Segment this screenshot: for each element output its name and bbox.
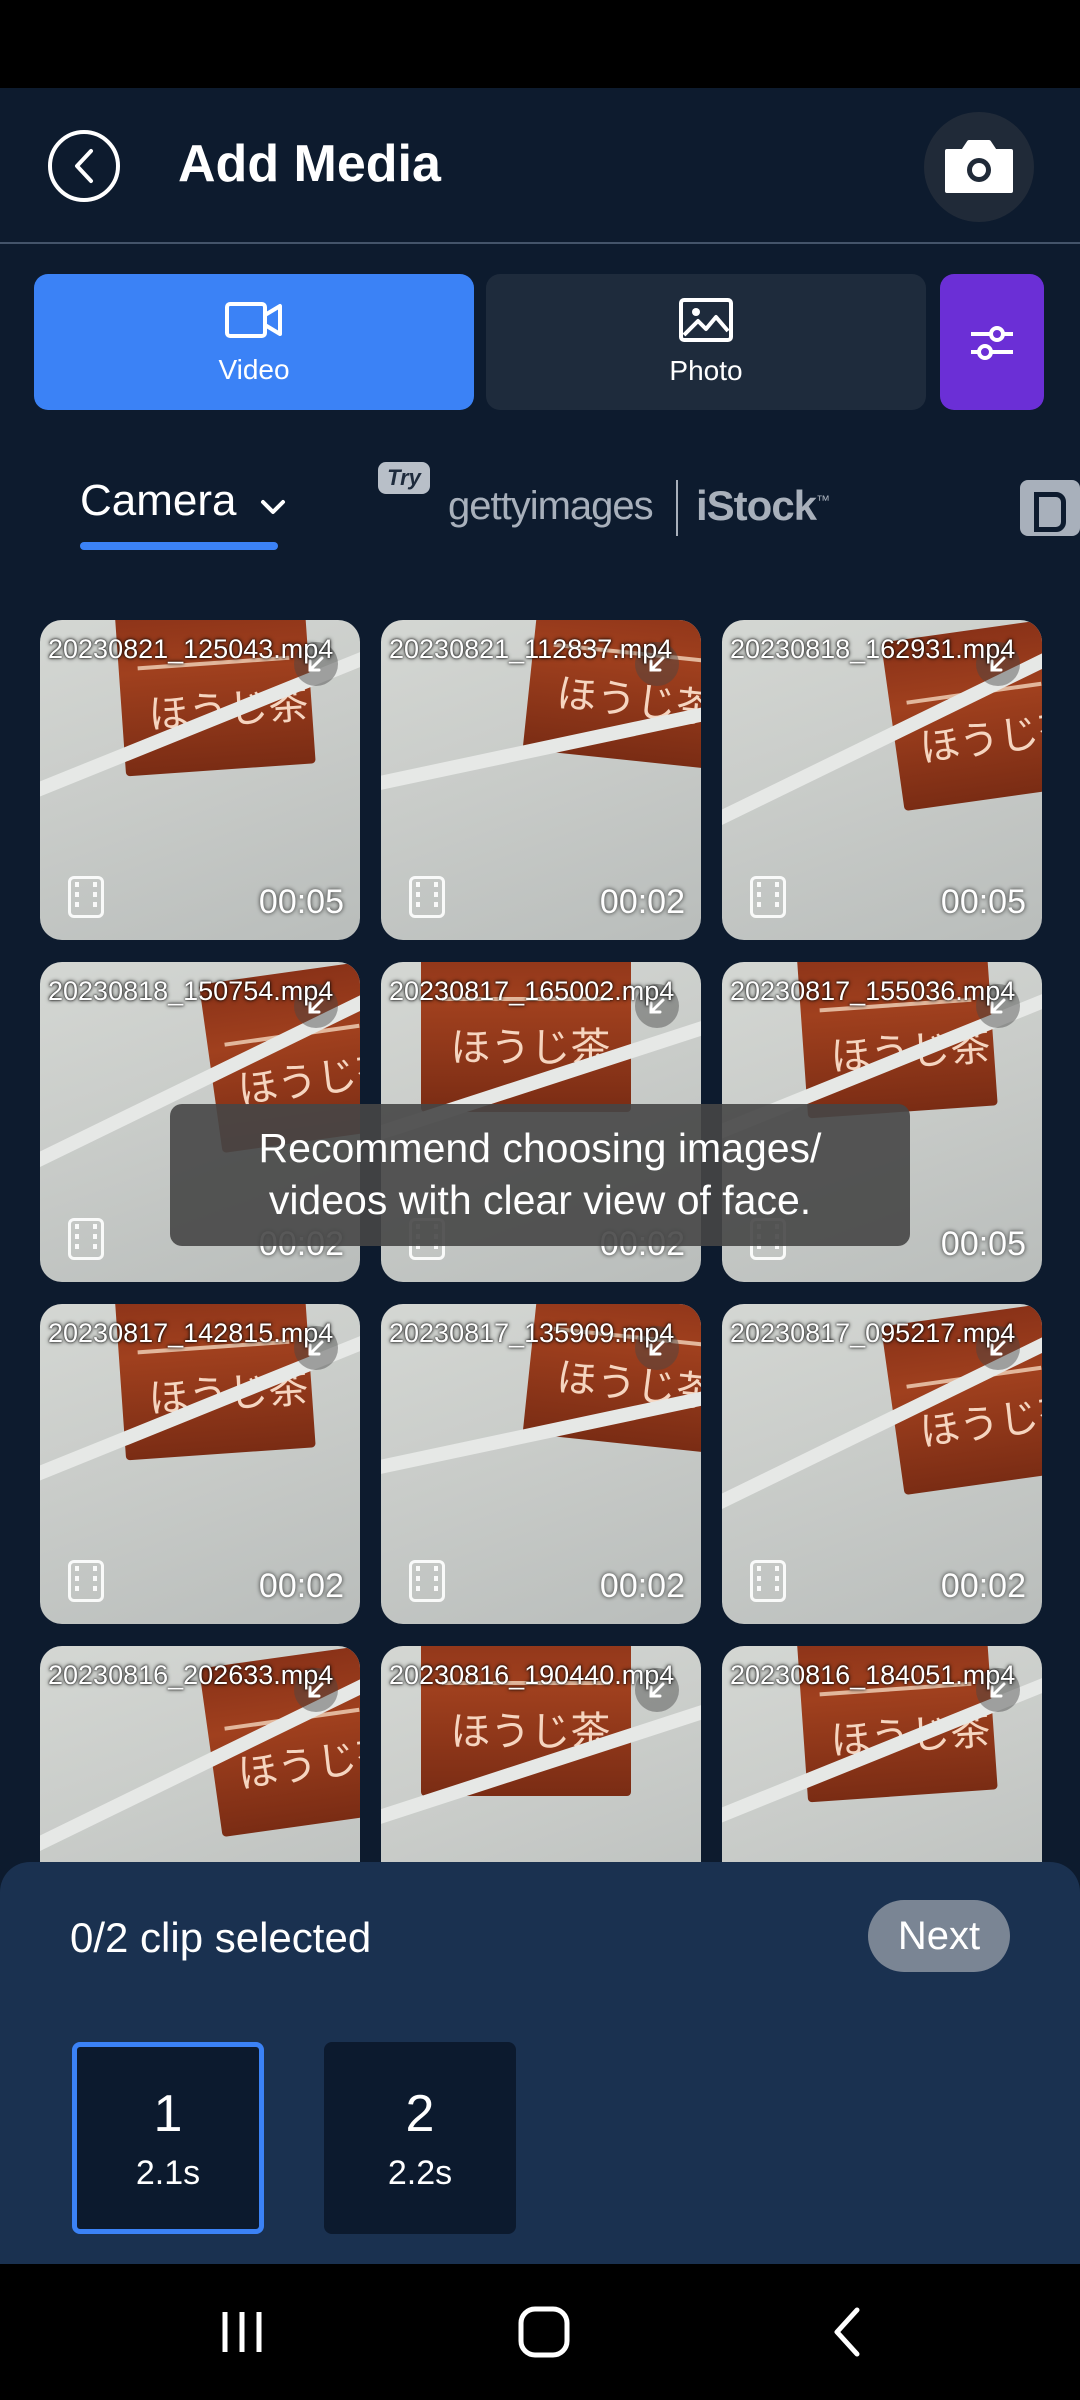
- media-tile[interactable]: 20230817_095217.mp4 00:02: [722, 1304, 1042, 1624]
- media-filename: 20230817_095217.mp4: [730, 1318, 1016, 1348]
- clip-slot-2[interactable]: 2 2.2s: [324, 2042, 516, 2234]
- clip-slot-number: 2: [405, 2084, 435, 2143]
- tab-photo[interactable]: Photo: [486, 274, 926, 410]
- media-filename: 20230816_202633.mp4: [48, 1660, 334, 1690]
- media-tile[interactable]: 20230816_202633.mp4: [40, 1646, 360, 1862]
- face-recommendation-toast: Recommend choosing images/ videos with c…: [170, 1104, 910, 1246]
- toast-line-1: Recommend choosing images/: [258, 1125, 822, 1171]
- gettyimages-logo[interactable]: gettyimages: [448, 484, 654, 529]
- system-back-button[interactable]: [796, 2294, 896, 2370]
- system-back-icon: [834, 2307, 860, 2357]
- media-filename: 20230817_165002.mp4: [389, 976, 675, 1006]
- film-strip-icon: [68, 1218, 104, 1260]
- selection-count: 0/2 clip selected: [70, 1914, 372, 1961]
- camera-button[interactable]: [924, 112, 1034, 222]
- film-strip-icon: [68, 876, 104, 918]
- media-duration: 00:02: [599, 883, 685, 921]
- media-filename: 20230817_155036.mp4: [730, 976, 1016, 1006]
- media-tile[interactable]: 20230817_135909.mp4 00:02: [381, 1304, 701, 1624]
- media-filename: 20230818_150754.mp4: [48, 976, 334, 1006]
- image-icon: [679, 298, 733, 342]
- partner-logo-partial[interactable]: [1020, 480, 1080, 536]
- media-filename: 20230818_162931.mp4: [730, 634, 1016, 664]
- media-duration: 00:05: [940, 1225, 1026, 1263]
- home-button[interactable]: [494, 2294, 594, 2370]
- film-strip-icon: [409, 876, 445, 918]
- page-title: Add Media: [178, 135, 441, 193]
- clip-slot-number: 1: [153, 2084, 183, 2143]
- media-duration: 00:05: [940, 883, 1026, 921]
- media-filename: 20230817_135909.mp4: [389, 1318, 675, 1348]
- media-duration: 00:05: [258, 883, 344, 921]
- media-duration: 00:02: [599, 1567, 685, 1605]
- toast-line-2: videos with clear view of face.: [268, 1177, 812, 1223]
- media-tile[interactable]: 20230818_162931.mp4 00:05: [722, 620, 1042, 940]
- clip-slot-length: 2.2s: [387, 2153, 453, 2192]
- filter-button[interactable]: [940, 274, 1044, 410]
- tab-video[interactable]: Video: [34, 274, 474, 410]
- camera-icon: [945, 140, 1013, 193]
- tab-video-label: Video: [218, 354, 290, 385]
- system-nav-bar: [0, 2264, 1080, 2400]
- tab-photo-label: Photo: [669, 355, 743, 386]
- video-icon: [225, 302, 282, 338]
- media-filename: 20230821_112837.mp4: [389, 634, 673, 664]
- film-strip-icon: [68, 1560, 104, 1602]
- recents-button[interactable]: [192, 2294, 292, 2370]
- media-tile[interactable]: 20230821_125043.mp4 00:05: [40, 620, 360, 940]
- source-active-underline: [80, 542, 278, 550]
- media-tile[interactable]: 20230821_112837.mp4 00:02: [381, 620, 701, 940]
- next-button[interactable]: Next: [868, 1900, 1010, 1972]
- media-duration: 00:02: [940, 1567, 1026, 1605]
- media-filename: 20230821_125043.mp4: [48, 634, 334, 664]
- film-strip-icon: [750, 876, 786, 918]
- media-filename: 20230816_190440.mp4: [389, 1660, 675, 1690]
- media-tile[interactable]: 20230817_142815.mp4 00:02: [40, 1304, 360, 1624]
- chevron-down-icon: [259, 478, 287, 528]
- source-tabs: Camera Try gettyimages iStock™: [0, 440, 1080, 560]
- header-divider: [0, 242, 1080, 244]
- media-filename: 20230816_184051.mp4: [730, 1660, 1016, 1690]
- home-icon: [518, 2306, 570, 2358]
- sliders-icon: [971, 326, 1013, 360]
- app-header: Add Media: [0, 88, 1080, 244]
- media-tile[interactable]: 20230816_184051.mp4: [722, 1646, 1042, 1862]
- clip-slot-1[interactable]: 1 2.1s: [72, 2042, 264, 2234]
- film-strip-icon: [409, 1560, 445, 1602]
- media-filename: 20230817_142815.mp4: [48, 1318, 334, 1348]
- logo-separator: [676, 480, 678, 536]
- film-strip-icon: [750, 1560, 786, 1602]
- recents-icon: [222, 2312, 262, 2352]
- back-button[interactable]: [48, 130, 120, 202]
- back-chevron-icon: [75, 149, 93, 183]
- status-bar: [0, 0, 1080, 88]
- istock-logo[interactable]: iStock™: [696, 482, 830, 530]
- media-duration: 00:02: [258, 1567, 344, 1605]
- source-camera-label: Camera: [80, 476, 237, 525]
- source-camera-tab[interactable]: Camera: [80, 476, 287, 528]
- try-badge: Try: [378, 462, 430, 494]
- media-tile[interactable]: 20230816_190440.mp4: [381, 1646, 701, 1862]
- clip-slot-length: 2.1s: [135, 2153, 201, 2192]
- selection-panel: 0/2 clip selected Next 1 2.1s 2 2.2s: [0, 1862, 1080, 2264]
